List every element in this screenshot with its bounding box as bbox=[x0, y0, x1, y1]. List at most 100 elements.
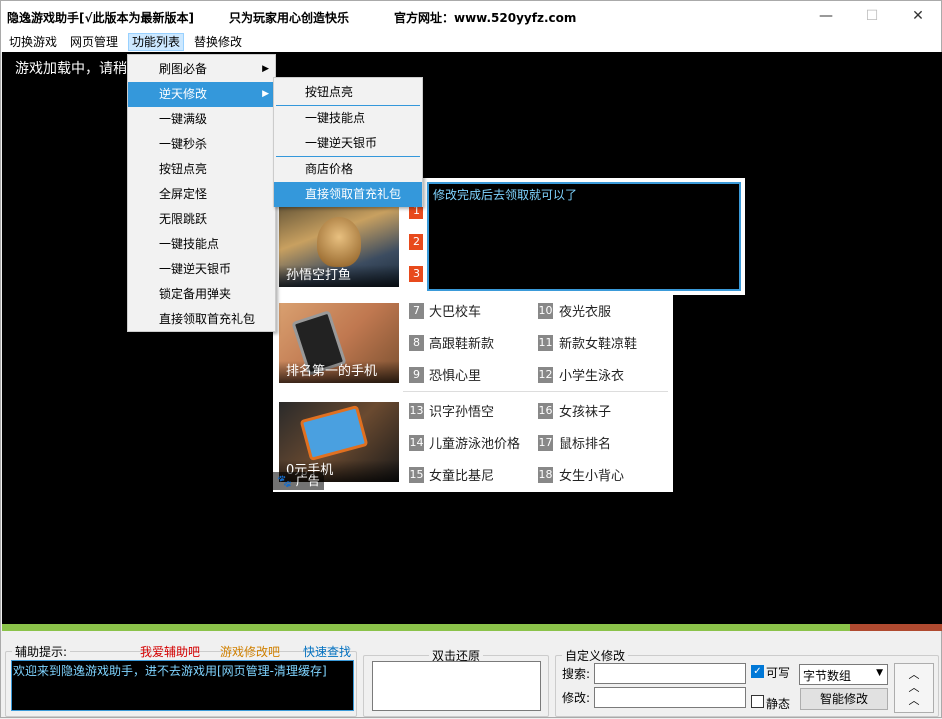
collapse-button[interactable]: ︿ ︿ ︿ bbox=[894, 663, 934, 713]
restore-text-box[interactable] bbox=[372, 661, 541, 711]
rank-num: 8 bbox=[409, 335, 424, 351]
official-site[interactable]: 官方网址：www.520yyfz.com bbox=[394, 9, 576, 26]
function-list-dropdown: 刷图必备 ▶ 逆天修改 ▶ 一键满级 一键秒杀 按钮点亮 全屏定怪 无限跳跃 一键技… bbox=[127, 54, 276, 332]
ad-thumb-3[interactable]: 0元手机 bbox=[279, 402, 399, 482]
sub-item-skill-points[interactable]: 一键技能点 bbox=[274, 106, 422, 131]
writable-label: 可写 bbox=[766, 666, 791, 680]
maximize-button[interactable]: ☐ bbox=[849, 1, 895, 31]
ad-link[interactable]: 识字孙悟空 bbox=[429, 401, 494, 420]
minimize-button[interactable]: — bbox=[803, 1, 849, 31]
progress-tail bbox=[850, 624, 942, 631]
ad-link[interactable]: 小学生泳衣 bbox=[559, 365, 624, 384]
rank-num: 11 bbox=[538, 335, 553, 351]
ad-link[interactable]: 女生小背心 bbox=[559, 465, 624, 484]
close-button[interactable]: ✕ bbox=[895, 1, 941, 31]
chevron-down-icon: ▼ bbox=[876, 668, 883, 678]
rank-num: 12 bbox=[538, 367, 553, 383]
menu-replace-modify[interactable]: 替换修改 bbox=[191, 33, 245, 51]
menu-switch-game[interactable]: 切换游戏 bbox=[6, 33, 60, 51]
tip-text: 修改完成后去领取就可以了 bbox=[433, 188, 578, 202]
rank-num: 18 bbox=[538, 467, 553, 483]
rank-num: 16 bbox=[538, 403, 553, 419]
writable-checkbox[interactable]: ✓ bbox=[751, 665, 764, 678]
app-title: 隐逸游戏助手[√此版本为最新版本] bbox=[7, 11, 194, 25]
ad-thumb-2[interactable]: 排名第一的手机 bbox=[279, 303, 399, 383]
modify-label: 修改: bbox=[562, 691, 591, 705]
custom-legend: 自定义修改 bbox=[565, 649, 626, 663]
ad-link[interactable]: 新款女鞋凉鞋 bbox=[559, 333, 637, 352]
ad-thumb-caption: 孙悟空打鱼 bbox=[279, 265, 399, 287]
dd-item-brush-map[interactable]: 刷图必备 ▶ bbox=[128, 57, 275, 82]
app-slogan: 只为玩家用心创造快乐 bbox=[229, 11, 350, 25]
ad-link[interactable]: 女孩袜子 bbox=[559, 401, 611, 420]
menu-function-list[interactable]: 功能列表 bbox=[128, 33, 185, 51]
paw-icon: 🐾 bbox=[277, 474, 292, 488]
ad-link[interactable]: 恐惧心里 bbox=[429, 365, 481, 384]
chevron-right-icon: ▶ bbox=[262, 64, 269, 74]
ad-link[interactable]: 鼠标排名 bbox=[559, 433, 611, 452]
ad-divider bbox=[403, 391, 668, 392]
ad-link[interactable]: 儿童游泳池价格 bbox=[429, 433, 520, 452]
tip-box: 修改完成后去领取就可以了 bbox=[423, 178, 745, 295]
link-love-helper[interactable]: 我爱辅助吧 bbox=[140, 643, 200, 660]
chevron-right-icon: ▶ bbox=[262, 89, 269, 99]
load-progress-bar bbox=[2, 624, 942, 631]
bottom-panel: 辅助提示: 我爱辅助吧 游戏修改吧 快速查找 欢迎来到隐逸游戏助手，进不去游戏用… bbox=[1, 635, 941, 719]
menu-bar: 切换游戏 网页管理 功能列表 替换修改 bbox=[1, 32, 941, 52]
search-input[interactable] bbox=[594, 663, 746, 684]
ad-thumb-caption: 排名第一的手机 bbox=[279, 361, 399, 383]
ad-thumb-1[interactable]: 孙悟空打鱼 bbox=[279, 207, 399, 287]
sub-item-silver-coins[interactable]: 一键逆天银币 bbox=[274, 131, 422, 156]
dd-item-god-mode[interactable]: 逆天修改 ▶ bbox=[128, 82, 275, 107]
dd-item-light-buttons[interactable]: 按钮点亮 bbox=[128, 157, 275, 182]
dd-item-max-level[interactable]: 一键满级 bbox=[128, 107, 275, 132]
link-game-modify[interactable]: 游戏修改吧 bbox=[220, 643, 280, 660]
dd-item-infinite-jump[interactable]: 无限跳跃 bbox=[128, 207, 275, 232]
title-bar[interactable]: 隐逸游戏助手[√此版本为最新版本] 只为玩家用心创造快乐 官方网址：www.52… bbox=[1, 1, 941, 32]
static-label: 静态 bbox=[766, 697, 791, 711]
ad-link[interactable]: 女童比基尼 bbox=[429, 465, 494, 484]
ad-link[interactable]: 大巴校车 bbox=[429, 301, 481, 320]
smart-modify-button[interactable]: 智能修改 bbox=[800, 688, 888, 710]
rank-num: 9 bbox=[409, 367, 424, 383]
type-select[interactable]: 字节数组 ▼ bbox=[799, 664, 888, 685]
dd-item-freeze-monsters[interactable]: 全屏定怪 bbox=[128, 182, 275, 207]
rank-num: 17 bbox=[538, 435, 553, 451]
rank-num: 14 bbox=[409, 435, 424, 451]
maximize-icon: ☐ bbox=[865, 8, 879, 24]
app-window: 隐逸游戏助手[√此版本为最新版本] 只为玩家用心创造快乐 官方网址：www.52… bbox=[0, 0, 942, 718]
dd-item-skill-points[interactable]: 一键技能点 bbox=[128, 232, 275, 257]
menu-web-manage[interactable]: 网页管理 bbox=[67, 33, 121, 51]
close-icon: ✕ bbox=[912, 8, 924, 24]
rank-num: 13 bbox=[409, 403, 424, 419]
dd-item-lock-magazine[interactable]: 锁定备用弹夹 bbox=[128, 282, 275, 307]
search-label: 搜索: bbox=[562, 667, 591, 681]
ad-badge: 🐾 广告 bbox=[273, 472, 324, 490]
sub-item-first-recharge-gift[interactable]: 直接领取首充礼包 bbox=[274, 182, 422, 207]
dd-item-first-recharge-gift[interactable]: 直接领取首充礼包 bbox=[128, 307, 275, 332]
tip-inner: 修改完成后去领取就可以了 bbox=[427, 182, 741, 291]
link-quick-search[interactable]: 快速查找 bbox=[303, 643, 351, 660]
ad-link[interactable]: 夜光衣服 bbox=[559, 301, 611, 320]
static-checkbox[interactable] bbox=[751, 695, 764, 708]
chevron-up-icon: ︿ ︿ ︿ bbox=[908, 668, 920, 707]
monkey-king-image bbox=[317, 217, 361, 267]
rank-num: 3 bbox=[409, 266, 424, 282]
ad-link[interactable]: 高跟鞋新款 bbox=[429, 333, 494, 352]
sub-item-shop-price[interactable]: 商店价格 bbox=[274, 157, 422, 182]
sub-item-light-buttons[interactable]: 按钮点亮 bbox=[274, 80, 422, 105]
god-mode-submenu: 按钮点亮 一键技能点 一键逆天银币 商店价格 直接领取首充礼包 bbox=[273, 77, 423, 207]
type-select-value: 字节数组 bbox=[803, 669, 852, 683]
dd-item-silver-coins[interactable]: 一键逆天银币 bbox=[128, 257, 275, 282]
helper-legend: 辅助提示: bbox=[15, 645, 68, 659]
dd-item-one-hit-kill[interactable]: 一键秒杀 bbox=[128, 132, 275, 157]
rank-num: 2 bbox=[409, 234, 424, 250]
modify-input[interactable] bbox=[594, 687, 746, 708]
rank-num: 10 bbox=[538, 303, 553, 319]
phone-image bbox=[299, 404, 369, 462]
helper-text-box[interactable]: 欢迎来到隐逸游戏助手，进不去游戏用[网页管理-清理缓存] bbox=[11, 660, 354, 711]
rank-num: 7 bbox=[409, 303, 424, 319]
rank-num: 15 bbox=[409, 467, 424, 483]
minimize-icon: — bbox=[819, 8, 833, 24]
loading-text: 游戏加载中，请稍 bbox=[15, 61, 127, 77]
